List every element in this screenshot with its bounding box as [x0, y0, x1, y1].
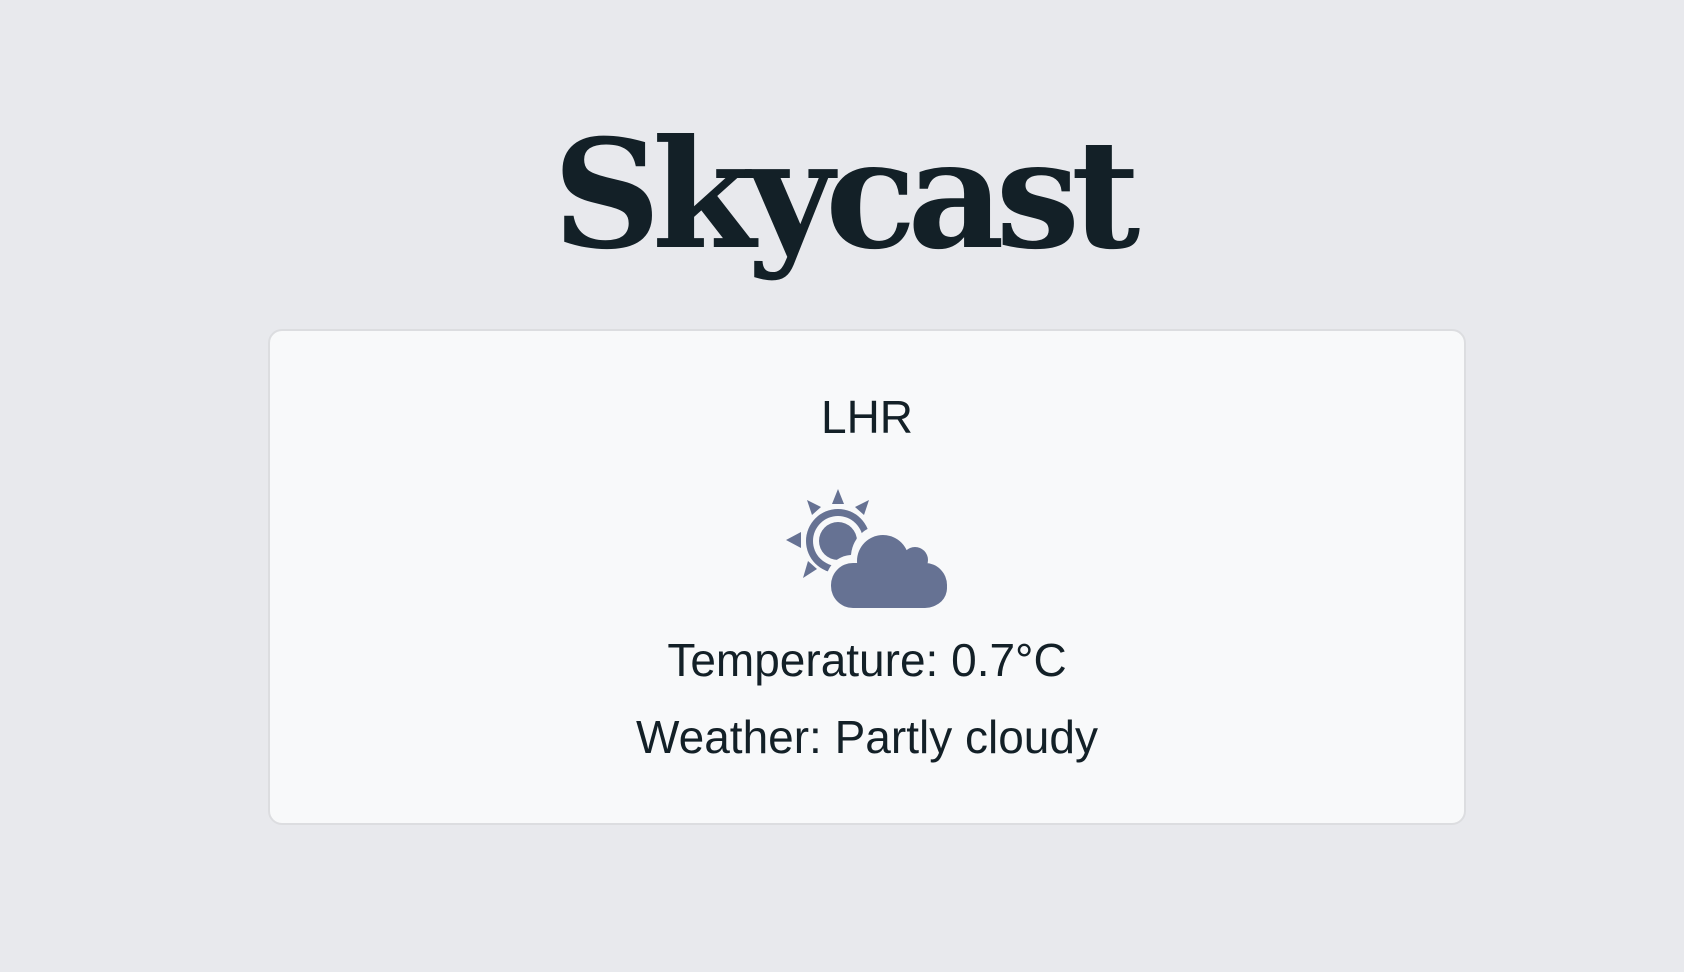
location-label: LHR	[820, 391, 914, 443]
partly-cloudy-icon	[786, 485, 955, 613]
app-page: Skycast LHR Temperature: 0.7°C Weather: …	[0, 0, 1684, 972]
weather-card: LHR Temperature: 0.7°C Weather: Partly c…	[268, 329, 1466, 825]
weather-condition: Weather: Partly cloudy	[636, 711, 1098, 763]
app-logo: Skycast	[552, 107, 1141, 283]
temperature-value: Temperature: 0.7°C	[667, 634, 1067, 686]
